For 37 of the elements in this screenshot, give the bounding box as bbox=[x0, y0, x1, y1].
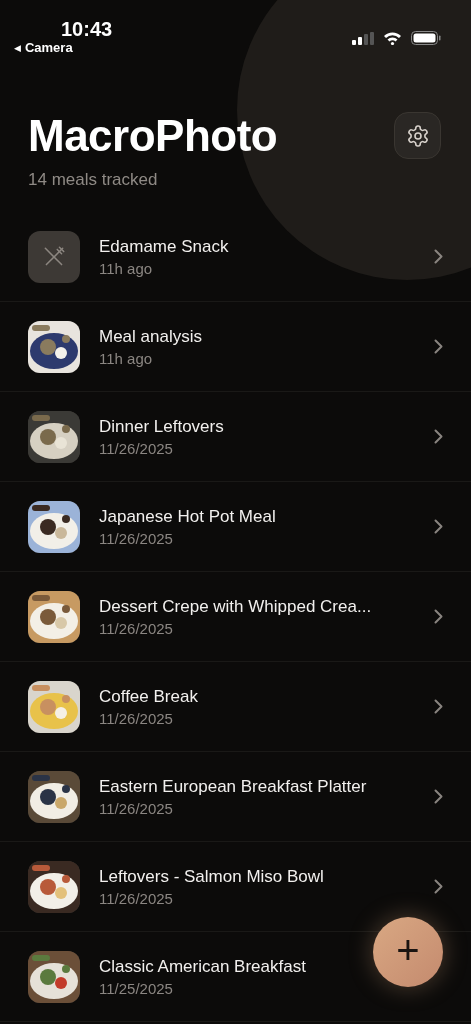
chevron-right-icon[interactable] bbox=[434, 429, 443, 444]
meal-date: 11h ago bbox=[99, 259, 153, 277]
chevron-right-icon[interactable] bbox=[434, 339, 443, 354]
meal-name[interactable]: Leftovers - Salmon Miso Bowl bbox=[99, 866, 324, 887]
meal-date: 11/26/2025 bbox=[99, 799, 173, 817]
chevron-right-icon[interactable] bbox=[434, 609, 443, 624]
meal-name[interactable]: Eastern European Breakfast Platter bbox=[99, 776, 367, 797]
meal-name[interactable]: Edamame Snack bbox=[99, 236, 229, 257]
meal-date: 11/26/2025 bbox=[99, 619, 173, 637]
meal-date: 11h ago bbox=[99, 349, 153, 367]
meal-name[interactable]: Coffee Break bbox=[99, 686, 198, 707]
settings-button[interactable] bbox=[394, 112, 441, 159]
settings-icon bbox=[405, 123, 430, 148]
chevron-right-icon[interactable] bbox=[434, 699, 443, 714]
meal-name[interactable]: Classic American Breakfast bbox=[99, 956, 306, 977]
back-arrow[interactable]: ◀ bbox=[14, 42, 21, 53]
add-button[interactable]: + bbox=[373, 917, 443, 987]
meal-name[interactable]: Dessert Crepe with Whipped Crea... bbox=[99, 596, 372, 617]
signal-icon bbox=[352, 31, 374, 45]
meal-date: 11/26/2025 bbox=[99, 439, 173, 457]
chevron-right-icon[interactable] bbox=[434, 879, 443, 894]
meal-name[interactable]: Meal analysis bbox=[99, 326, 202, 347]
chevron-right-icon[interactable] bbox=[434, 789, 443, 804]
meal-name[interactable]: Dinner Leftovers bbox=[99, 416, 224, 437]
battery-icon bbox=[411, 31, 441, 45]
meal-date: 11/26/2025 bbox=[99, 889, 173, 907]
meal-count: 14 meals tracked bbox=[28, 170, 159, 190]
wifi-icon bbox=[383, 31, 402, 45]
app-title: MacroPhoto bbox=[28, 110, 278, 162]
meal-name[interactable]: Japanese Hot Pot Meal bbox=[99, 506, 276, 527]
meal-date: 11/25/2025 bbox=[99, 979, 173, 997]
meal-date: 11/26/2025 bbox=[99, 709, 173, 727]
chevron-right-icon[interactable] bbox=[434, 249, 443, 264]
chevron-right-icon[interactable] bbox=[434, 519, 443, 534]
meal-date: 11/26/2025 bbox=[99, 529, 173, 547]
back-link[interactable]: Camera bbox=[24, 40, 73, 55]
status-time: 10:43 bbox=[61, 18, 113, 40]
